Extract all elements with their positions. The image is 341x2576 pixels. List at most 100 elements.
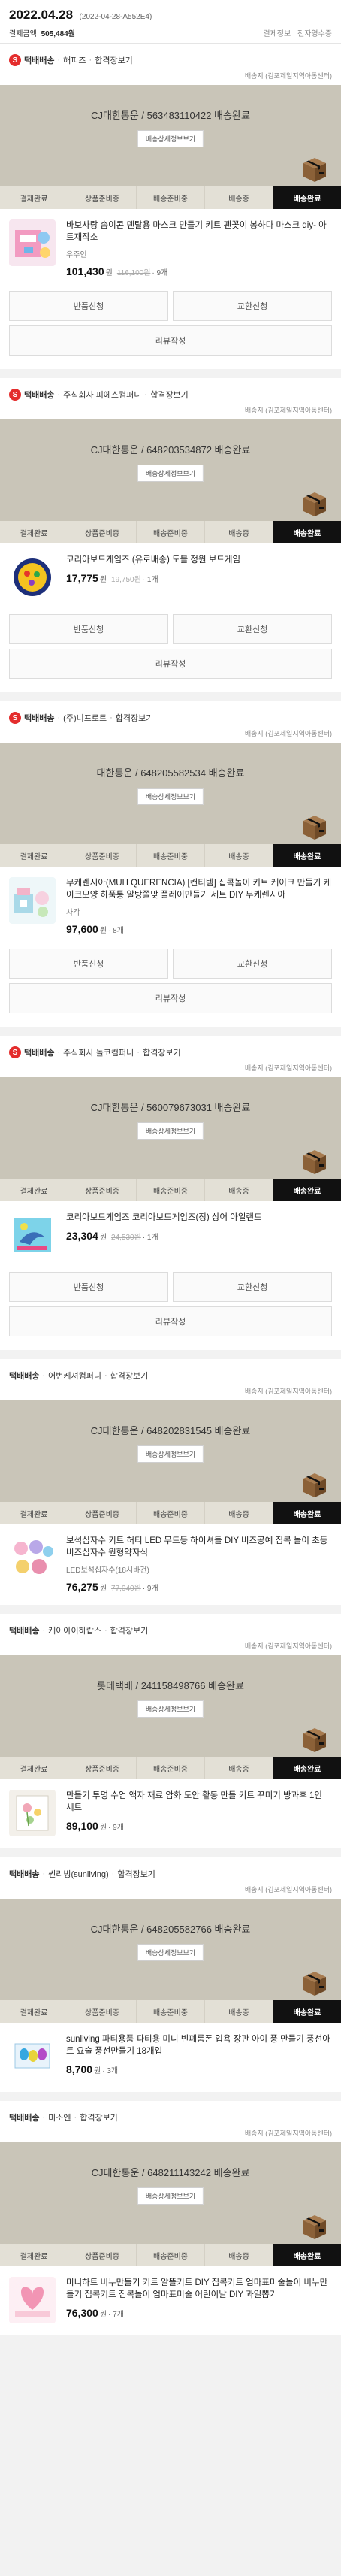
seller-name[interactable]: 미소엔 — [48, 2111, 71, 2123]
write-review-button[interactable]: 리뷰작성 — [9, 649, 332, 679]
ship-type: 택배배송 — [9, 2114, 40, 2123]
product-name[interactable]: 보석십자수 키트 허티 LED 무드등 하이셔들 DIY 비즈공예 집콕 놀이 … — [66, 1535, 332, 1559]
exchange-request-button[interactable]: 교환신청 — [173, 949, 332, 979]
seller-row: 택배배송 · 케이아이하랍스 · 합격장보기 — [0, 1614, 341, 1641]
tracking-panel: CJ대한통운 / 560079673031 배송완료 배송상세정보보기 결제완료… — [0, 1077, 341, 1201]
seller-badge: S — [9, 712, 21, 724]
shipment-block: 택배배송 · 미소엔 · 합격장보기 배송지 (김포제일지역아동센터) CJ대한… — [0, 2101, 341, 2335]
order-date: 2022.04.28 — [9, 8, 74, 22]
return-request-button[interactable]: 반품신청 — [9, 949, 168, 979]
product-item[interactable]: 코리아보드게임즈 (유로배송) 도블 정원 보드게임 17,775 원 19,7… — [0, 543, 341, 608]
tracking-detail-button[interactable]: 배송상세정보보기 — [137, 2187, 204, 2205]
delivery-box-icon — [299, 812, 330, 840]
product-name[interactable]: 미니하트 비누만들기 키트 알뜰키트 DIY 집콕키트 엄마표미술놀이 비누만들… — [66, 2277, 332, 2301]
seller-name[interactable]: 주식회사 돌코컴퍼니 — [63, 1046, 134, 1058]
seller-name[interactable]: 해피즈 — [63, 54, 86, 66]
product-item[interactable]: 코리아보드게임즈 코리아보드게임즈(정) 상어 아일랜드 23,304 원 24… — [0, 1201, 341, 1266]
product-info: 미니하트 비누만들기 키트 알뜰키트 DIY 집콕키트 엄마표미술놀이 비누만들… — [66, 2277, 332, 2323]
product-name[interactable]: 만들기 투명 수업 액자 재료 압화 도안 활동 만들 키트 꾸미기 방과후 1… — [66, 1790, 332, 1814]
receipt-link[interactable]: 전자영수증 — [297, 30, 332, 38]
product-thumbnail[interactable] — [9, 2277, 56, 2323]
tracking-detail-button[interactable]: 배송상세정보보기 — [137, 465, 204, 482]
exchange-request-button[interactable]: 교환신청 — [173, 614, 332, 644]
seller-name[interactable]: 주식회사 피에스컴퍼니 — [63, 389, 141, 401]
tracking-detail-button[interactable]: 배송상세정보보기 — [137, 788, 204, 805]
progress-steps: 결제완료 상품준비중 배송준비중 배송중 배송완료 — [0, 1502, 341, 1524]
carrier-tracking: CJ대한통운 / 648203534872 배송완료 — [90, 444, 251, 456]
product-quantity: · 3개 — [102, 2067, 119, 2075]
progress-step: 배송중 — [205, 2244, 273, 2266]
product-name[interactable]: sunliving 파티용품 파티용 미니 빈폐룸폰 입욕 장판 아이 풍 만들… — [66, 2033, 332, 2057]
product-name[interactable]: 코리아보드게임즈 (유로배송) 도블 정원 보드게임 — [66, 554, 332, 566]
seller-name[interactable]: 썬리빙(sunliving) — [48, 1868, 109, 1880]
seller-badge: S — [9, 1046, 21, 1058]
action-buttons: 반품신청 교환신청리뷰작성 — [0, 1266, 341, 1350]
product-thumbnail[interactable] — [9, 1535, 56, 1582]
exchange-request-button[interactable]: 교환신청 — [173, 291, 332, 321]
return-request-button[interactable]: 반품신청 — [9, 1272, 168, 1302]
product-price: 23,304 — [66, 1230, 98, 1242]
cart-link[interactable]: 합격장보기 — [95, 54, 133, 66]
product-thumbnail[interactable] — [9, 2033, 56, 2080]
product-item[interactable]: 미니하트 비누만들기 키트 알뜰키트 DIY 집콕키트 엄마표미술놀이 비누만들… — [0, 2266, 341, 2331]
product-thumbnail[interactable] — [9, 877, 56, 924]
seller-name[interactable]: (주)니프로트 — [63, 712, 107, 724]
cart-link[interactable]: 합격장보기 — [150, 389, 189, 401]
progress-steps: 결제완료 상품준비중 배송준비중 배송중 배송완료 — [0, 2244, 341, 2266]
product-thumbnail[interactable] — [9, 554, 56, 601]
progress-step: 배송중 — [205, 1502, 273, 1524]
payment-info-link[interactable]: 결제정보 — [263, 30, 291, 38]
write-review-button[interactable]: 리뷰작성 — [9, 1306, 332, 1336]
product-thumbnail[interactable] — [9, 219, 56, 266]
progress-steps: 결제완료 상품준비중 배송준비중 배송중 배송완료 — [0, 844, 341, 867]
progress-step: 상품준비중 — [68, 1502, 137, 1524]
product-name[interactable]: 코리아보드게임즈 코리아보드게임즈(정) 상어 아일랜드 — [66, 1212, 332, 1224]
seller-name[interactable]: 케이아이하랍스 — [48, 1624, 101, 1636]
seller-row: S 택배배송 · (주)니프로트 · 합격장보기 — [0, 701, 341, 728]
product-item[interactable]: 보석십자수 키트 허티 LED 무드등 하이셔들 DIY 비즈공예 집콕 놀이 … — [0, 1524, 341, 1600]
cart-link[interactable]: 합격장보기 — [110, 1370, 149, 1382]
cart-link[interactable]: 합격장보기 — [110, 1624, 149, 1636]
order-title-row: 2022.04.28 (2022-04-28-A552E4) — [9, 8, 332, 23]
exchange-request-button[interactable]: 교환신청 — [173, 1272, 332, 1302]
product-name[interactable]: 무케렌시아(MUH QUERENCIA) [컨티템] 집콕놀이 키트 케이크 만… — [66, 877, 332, 901]
action-row: 리뷰작성 — [9, 983, 332, 1013]
tracking-detail-button[interactable]: 배송상세정보보기 — [137, 1700, 204, 1718]
ship-type: 택배배송 — [24, 391, 55, 400]
write-review-button[interactable]: 리뷰작성 — [9, 325, 332, 356]
tracking-detail-button[interactable]: 배송상세정보보기 — [137, 1944, 204, 1961]
action-buttons — [0, 2087, 341, 2092]
product-thumbnail[interactable] — [9, 1212, 56, 1258]
ship-type: 택배배송 — [9, 1372, 40, 1381]
cart-link[interactable]: 합격장보기 — [117, 1868, 155, 1880]
tracking-detail-button[interactable]: 배송상세정보보기 — [137, 1445, 204, 1463]
return-request-button[interactable]: 반품신청 — [9, 614, 168, 644]
progress-steps: 결제완료 상품준비중 배송준비중 배송중 배송완료 — [0, 186, 341, 209]
seller-name[interactable]: 어번케셔컴퍼니 — [48, 1370, 101, 1382]
progress-step: 배송중 — [205, 1757, 273, 1779]
delivery-box-icon — [299, 154, 330, 183]
cart-link[interactable]: 합격장보기 — [80, 2111, 118, 2123]
product-price: 17,775 — [66, 572, 98, 584]
product-thumbnail[interactable] — [9, 1790, 56, 1836]
product-item[interactable]: sunliving 파티용품 파티용 미니 빈폐룸폰 입욕 장판 아이 풍 만들… — [0, 2023, 341, 2087]
progress-step: 배송중 — [205, 844, 273, 867]
product-item[interactable]: 무케렌시아(MUH QUERENCIA) [컨티템] 집콕놀이 키트 케이크 만… — [0, 867, 341, 943]
delivery-box-icon — [299, 2211, 330, 2240]
progress-step: 배송중 — [205, 2000, 273, 2023]
ship-type: 택배배송 — [24, 56, 55, 65]
tracking-panel: CJ대한통운 / 648211143242 배송완료 배송상세정보보기 결제완료… — [0, 2142, 341, 2266]
product-name[interactable]: 바보사랑 솜이콘 덴탈용 마스크 만들기 키트 펜꽂이 봉하다 마스크 diy-… — [66, 219, 332, 244]
delivery-address: 배송지 (김포제일지역아동센터) — [244, 1388, 332, 1395]
currency-unit: 원 — [94, 2067, 101, 2075]
cart-link[interactable]: 합격장보기 — [116, 712, 154, 724]
progress-step: 배송준비중 — [137, 1502, 205, 1524]
product-info: 코리아보드게임즈 코리아보드게임즈(정) 상어 아일랜드 23,304 원 24… — [66, 1212, 332, 1258]
cart-link[interactable]: 합격장보기 — [143, 1046, 181, 1058]
tracking-detail-button[interactable]: 배송상세정보보기 — [137, 1122, 204, 1140]
tracking-detail-button[interactable]: 배송상세정보보기 — [137, 130, 204, 147]
product-item[interactable]: 바보사랑 솜이콘 덴탈용 마스크 만들기 키트 펜꽂이 봉하다 마스크 diy-… — [0, 209, 341, 285]
product-item[interactable]: 만들기 투명 수업 액자 재료 압화 도안 활동 만들 키트 꾸미기 방과후 1… — [0, 1779, 341, 1844]
return-request-button[interactable]: 반품신청 — [9, 291, 168, 321]
write-review-button[interactable]: 리뷰작성 — [9, 983, 332, 1013]
